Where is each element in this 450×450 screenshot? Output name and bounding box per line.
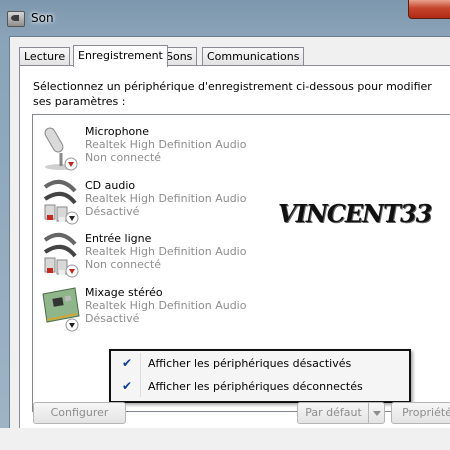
menu-item-label: Afficher les périphériques désactivés (148, 357, 352, 370)
menu-item-show-disconnected[interactable]: ✔ Afficher les périphériques déconnectés (111, 376, 409, 398)
rca-cable-icon (43, 232, 79, 278)
device-driver: Realtek High Definition Audio (85, 192, 247, 205)
rca-cable-icon (43, 179, 79, 225)
close-button[interactable] (408, 0, 450, 19)
device-status: Non connecté (85, 258, 162, 271)
device-status: Désactivé (85, 312, 140, 325)
device-driver: Realtek High Definition Audio (85, 138, 247, 151)
device-status: Désactivé (85, 205, 140, 218)
device-driver: Realtek High Definition Audio (85, 299, 247, 312)
set-default-dropdown-arrow[interactable] (368, 402, 385, 424)
device-driver: Realtek High Definition Audio (85, 245, 247, 258)
dialog-bottom-area (0, 428, 450, 450)
title-bar[interactable]: Son (0, 0, 450, 36)
window-title: Son (31, 11, 54, 25)
device-item-microphone[interactable]: Microphone Realtek High Definition Audio… (33, 119, 450, 171)
configure-button[interactable]: Configurer (33, 402, 126, 424)
set-default-button[interactable]: Par défaut (297, 402, 370, 424)
device-item-line-in[interactable]: Entrée ligne Realtek High Definition Aud… (33, 226, 450, 278)
microphone-icon (44, 127, 78, 171)
device-name: Entrée ligne (85, 232, 152, 245)
instructions-text: Sélectionnez un périphérique d'enregistr… (33, 80, 432, 108)
checkmark-icon: ✔ (122, 379, 133, 393)
menu-item-label: Afficher les périphériques déconnectés (148, 380, 363, 393)
checkmark-icon: ✔ (122, 356, 133, 370)
context-menu: ✔ Afficher les périphériques désactivés … (109, 349, 411, 403)
device-name: Microphone (85, 125, 150, 138)
watermark-text: VINCENT33 (278, 199, 432, 228)
properties-button[interactable]: Propriété (391, 402, 450, 424)
device-name: CD audio (85, 179, 136, 192)
device-item-stereo-mix[interactable]: Mixage stéréo Realtek High Definition Au… (33, 280, 450, 332)
tab-lecture[interactable]: Lecture (19, 47, 71, 65)
sound-dialog-window: Son Lecture Enregistrement Sons Communic… (0, 0, 450, 450)
tab-communications[interactable]: Communications (202, 47, 305, 65)
sound-card-icon (42, 287, 80, 332)
speaker-icon (7, 11, 25, 27)
device-name: Mixage stéréo (85, 286, 163, 299)
menu-item-show-disabled[interactable]: ✔ Afficher les périphériques désactivés (111, 353, 409, 375)
device-status: Non connecté (85, 151, 162, 164)
tab-enregistrement[interactable]: Enregistrement (73, 45, 168, 67)
